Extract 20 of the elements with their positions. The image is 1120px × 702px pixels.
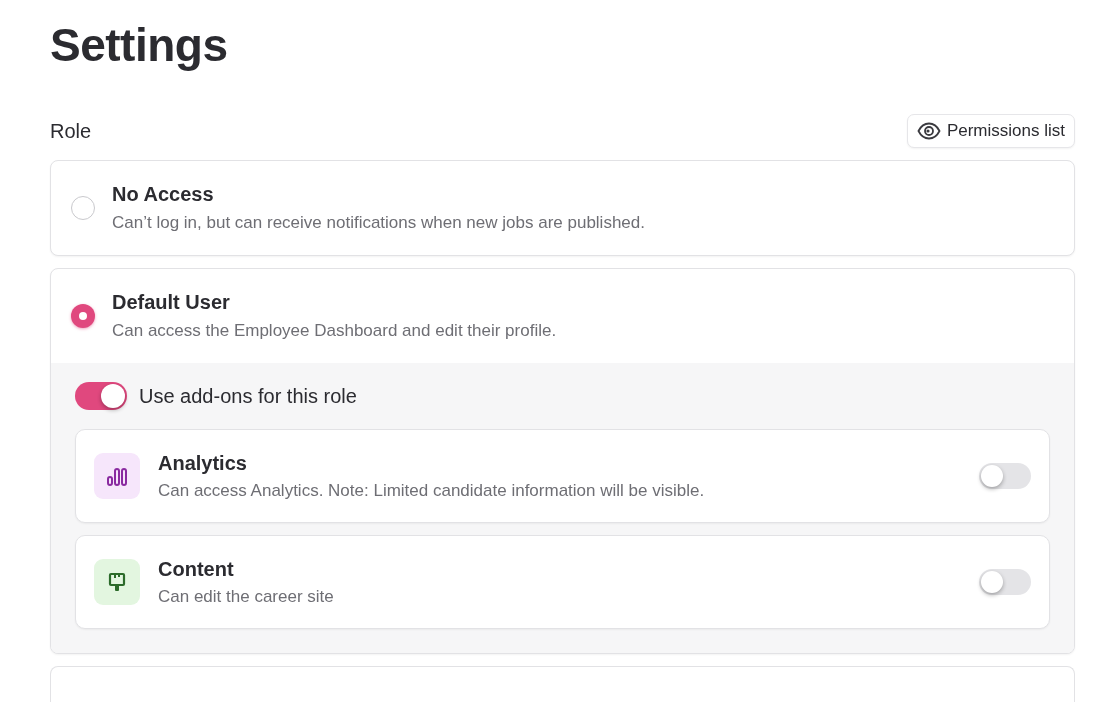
role-title: No Access bbox=[112, 183, 215, 206]
eye-icon bbox=[916, 122, 941, 140]
role-title: Default User bbox=[112, 291, 231, 314]
role-description: Can’t log in, but can receive notifications when new jobs are published. bbox=[112, 213, 645, 233]
toggle-label: Use add-ons for this role bbox=[139, 384, 357, 408]
permissions-button[interactable]: Permissions list bbox=[906, 114, 1075, 148]
toggle-switch[interactable] bbox=[75, 382, 127, 410]
toggle-switch[interactable] bbox=[979, 569, 1031, 595]
role-description: Can access the Employee Dashboard and edit their profile. bbox=[112, 321, 557, 341]
addon-description: Can edit the career site bbox=[158, 586, 335, 607]
addon-title: Content bbox=[158, 557, 235, 581]
radio-button[interactable] bbox=[71, 196, 95, 220]
paintbrush-icon bbox=[107, 572, 127, 592]
bar-chart-icon bbox=[107, 466, 127, 486]
radio-button[interactable] bbox=[71, 304, 95, 328]
toggle-switch[interactable] bbox=[979, 463, 1031, 489]
addon-description: Can access Analytics. Note: Limited candidate information will be visible. bbox=[158, 480, 706, 501]
section-label: Role bbox=[50, 119, 92, 143]
addon-title: Analytics bbox=[158, 451, 248, 475]
page-title: Settings bbox=[50, 18, 229, 72]
